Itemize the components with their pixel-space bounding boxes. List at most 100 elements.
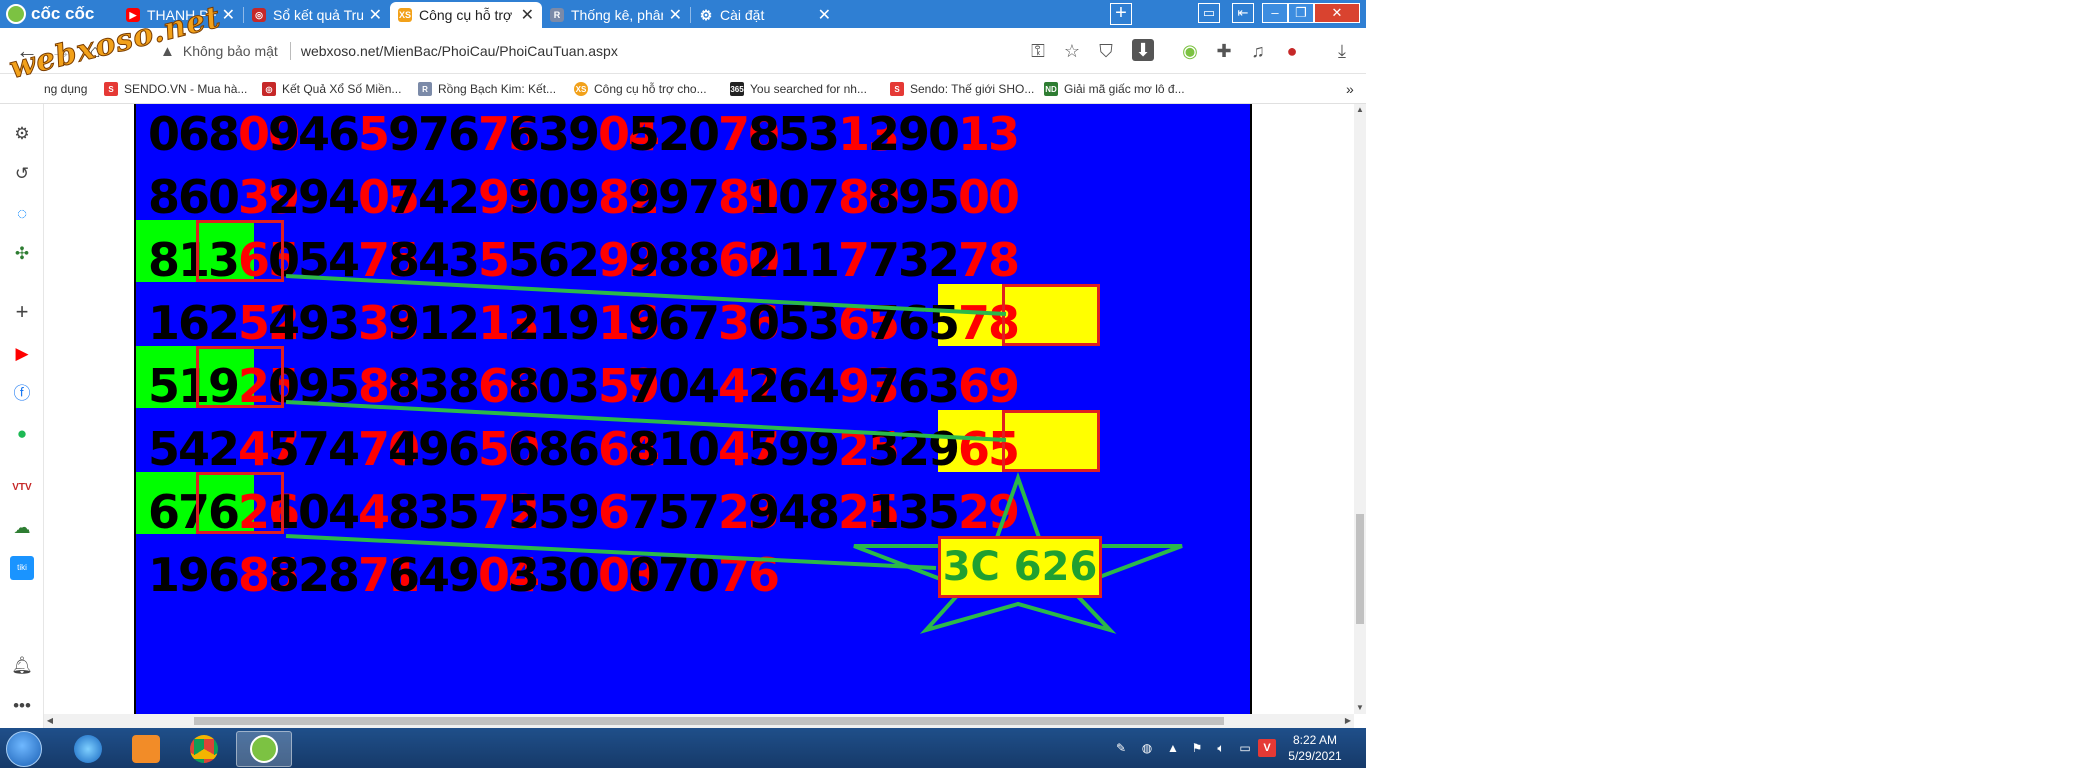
bookmark-label: Công cụ hỗ trợ cho... xyxy=(594,82,707,96)
security-label[interactable]: Không bảo mật xyxy=(183,43,278,59)
vertical-scrollbar[interactable]: ▲ ▼ xyxy=(1354,104,1366,714)
show-hidden-icons[interactable]: ▲ xyxy=(1164,739,1182,757)
shield-icon[interactable]: ⛉ xyxy=(1094,39,1118,63)
address-bar[interactable]: ▲ Không bảo mật webxoso.net/MienBac/Phoi… xyxy=(160,35,1030,67)
nd-icon: ND xyxy=(1044,82,1058,96)
bell-icon[interactable]: 🔔︎ xyxy=(10,654,34,678)
match-box xyxy=(1002,410,1100,472)
volume-icon[interactable]: 🔈︎ xyxy=(1212,739,1230,757)
match-box xyxy=(196,346,284,408)
scroll-thumb[interactable] xyxy=(1356,514,1364,624)
lottery-number: 07076 xyxy=(628,548,780,602)
tab-cong-cu[interactable]: XS Công cụ hỗ trợ cho ng ✕ xyxy=(390,2,542,28)
horizontal-scrollbar[interactable]: ◀ ▶ xyxy=(44,714,1354,728)
restore-button[interactable]: ❐ xyxy=(1288,3,1314,23)
lottery-number: 76578 xyxy=(868,296,1020,350)
tab-close-icon[interactable]: ✕ xyxy=(669,5,682,25)
lottery-board: 06800 94659 97675 63904 52070 85313 29013 86039… xyxy=(134,104,1252,714)
coccoc-sidebar: ⚙ ↺ ◌ ✣ + ▶ ⓕ ● VTV ☁ tiki 🔔︎ ••• xyxy=(0,104,44,728)
bookmark-cong-cu[interactable]: XS Công cụ hỗ trợ cho... xyxy=(574,80,707,98)
coccoc-extension-icon[interactable]: ◉ xyxy=(1178,39,1202,63)
vtv-icon[interactable]: VTV xyxy=(10,476,34,500)
screenshot-icon[interactable]: ▭ xyxy=(1198,3,1220,23)
tab-so-ket-qua[interactable]: ◎ Sổ kết quả Truyền Thố ✕ xyxy=(244,2,390,28)
brand-label: cốc cốc xyxy=(31,4,95,23)
tab-label: Cài đặt xyxy=(720,7,765,23)
tiki-icon[interactable]: tiki xyxy=(10,556,34,580)
lottery-number: 29013 xyxy=(868,107,1020,161)
tab-close-icon[interactable]: ✕ xyxy=(521,5,534,25)
bookmark-star-icon[interactable]: ☆ xyxy=(1060,39,1084,63)
tab-close-icon[interactable]: ✕ xyxy=(818,5,831,25)
bookmark-you-searched[interactable]: 365 You searched for nh... xyxy=(730,80,867,98)
number-row: 51925 09580 83866 80359 70447 26493 76369 xyxy=(148,356,1248,416)
plus-icon[interactable]: + xyxy=(10,300,34,324)
taskbar-coccoc[interactable] xyxy=(236,731,292,767)
network-tool-icon[interactable]: ✎ xyxy=(1112,739,1130,757)
playlist-icon[interactable]: ♫ xyxy=(1246,39,1270,63)
sendo-icon: S xyxy=(890,82,904,96)
tab-close-icon[interactable]: ✕ xyxy=(222,5,235,25)
bookmark-sendo[interactable]: S SENDO.VN - Mua hà... xyxy=(104,80,247,98)
sendo-icon: S xyxy=(104,82,118,96)
bookmark-label: You searched for nh... xyxy=(750,82,867,96)
url-text[interactable]: webxoso.net/MienBac/PhoiCau/PhoiCauTuan.… xyxy=(301,43,618,59)
bookmark-apps[interactable]: ng dụng xyxy=(44,80,87,98)
taskbar-chrome[interactable] xyxy=(178,731,230,767)
taskbar-ie[interactable] xyxy=(62,731,114,767)
scroll-left-icon[interactable]: ◀ xyxy=(44,714,56,728)
lottery-icon: ◎ xyxy=(252,8,266,22)
more-icon[interactable]: ••• xyxy=(10,694,34,718)
bookmark-sendo-the-gioi[interactable]: S Sendo: Thế giới SHO... xyxy=(890,80,1034,98)
scroll-right-icon[interactable]: ▶ xyxy=(1342,714,1354,728)
cloud-icon[interactable]: ☁ xyxy=(10,516,34,540)
tab-label: Thống kê, phân tích k xyxy=(571,7,663,23)
tab-cai-dat[interactable]: ⚙ Cài đặt ✕ xyxy=(691,2,839,28)
bookmark-label: SENDO.VN - Mua hà... xyxy=(124,82,248,96)
youtube-icon[interactable]: ▶ xyxy=(10,342,34,366)
extensions-puzzle-icon[interactable]: ✚ xyxy=(1212,39,1236,63)
match-box xyxy=(196,220,284,282)
bookmark-ket-qua[interactable]: ◎ Kết Quả Xổ Số Miền... xyxy=(262,80,401,98)
media-player-icon xyxy=(132,735,160,763)
xs-icon: XS xyxy=(574,82,588,96)
chrome-icon xyxy=(190,735,218,763)
coccoc-brand[interactable]: cốc cốc xyxy=(0,0,118,28)
tab-close-icon[interactable]: ✕ xyxy=(369,5,382,25)
game-icon[interactable]: ✣ xyxy=(10,242,34,266)
facebook-icon[interactable]: ⓕ xyxy=(10,382,34,406)
download-video-icon[interactable]: ⬇ xyxy=(1132,39,1154,61)
messenger-tray-icon[interactable]: ◍ xyxy=(1138,739,1156,757)
history-icon[interactable]: ↺ xyxy=(10,162,34,186)
flag-icon[interactable]: ⚑ xyxy=(1188,739,1206,757)
gear-icon[interactable]: ⚙ xyxy=(10,122,34,146)
more-bookmarks-icon[interactable]: » xyxy=(1346,80,1354,98)
bookmark-rong-bach-kim[interactable]: R Rồng Bạch Kim: Kết... xyxy=(418,80,556,98)
new-tab-button[interactable]: + xyxy=(1110,3,1132,25)
scroll-down-icon[interactable]: ▼ xyxy=(1354,702,1366,714)
scroll-up-icon[interactable]: ▲ xyxy=(1354,104,1366,116)
system-clock[interactable]: 8:22 AM 5/29/2021 xyxy=(1270,732,1360,764)
lottery-icon: ◎ xyxy=(262,82,276,96)
sidebar-toggle-icon[interactable]: ⇤ xyxy=(1232,3,1254,23)
xs-icon: XS xyxy=(398,8,412,22)
profile-avatar-icon[interactable]: ● xyxy=(1280,39,1304,63)
lottery-number: 32965 xyxy=(868,422,1020,476)
spotify-icon[interactable]: ● xyxy=(10,422,34,446)
blank-area xyxy=(1366,0,2074,768)
scroll-thumb[interactable] xyxy=(194,717,1224,725)
tab-thong-ke[interactable]: R Thống kê, phân tích k ✕ xyxy=(542,2,690,28)
bookmark-giai-ma[interactable]: ND Giải mã giấc mơ lô đ... xyxy=(1044,80,1185,98)
tab-label: Sổ kết quả Truyền Thố xyxy=(273,7,363,23)
display-icon[interactable]: ▭ xyxy=(1236,739,1254,757)
minimize-button[interactable]: – xyxy=(1262,3,1288,23)
lottery-number: 89500 xyxy=(868,170,1020,224)
key-icon[interactable]: ⚿ xyxy=(1026,39,1050,63)
bookmark-label: Rồng Bạch Kim: Kết... xyxy=(438,82,557,96)
start-button[interactable] xyxy=(6,731,42,767)
downloads-icon[interactable]: ⤓ xyxy=(1330,39,1354,63)
close-window-button[interactable]: ✕ xyxy=(1314,3,1360,23)
tab-label: Công cụ hỗ trợ cho ng xyxy=(419,7,515,23)
taskbar-media-player[interactable] xyxy=(120,731,172,767)
messenger-icon[interactable]: ◌ xyxy=(10,202,34,226)
